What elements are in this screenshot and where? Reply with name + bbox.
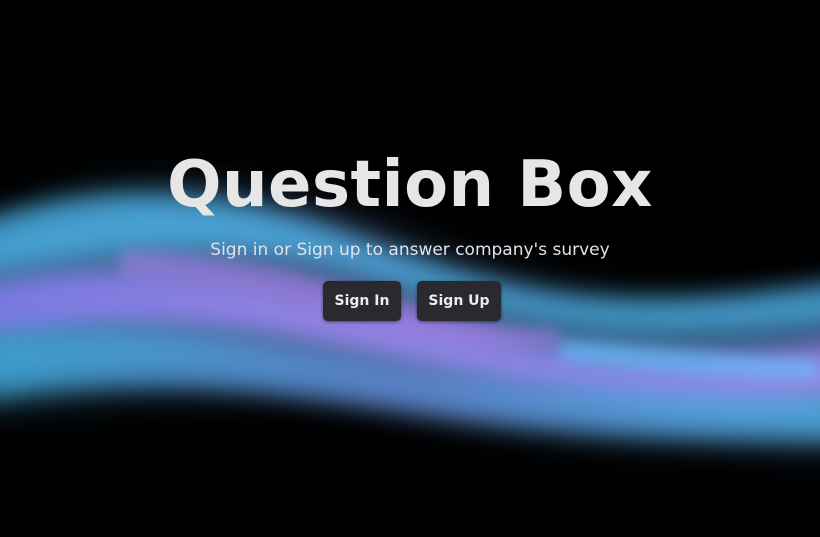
page-title: Question Box <box>167 148 653 222</box>
sign-up-button[interactable]: Sign Up <box>417 281 501 321</box>
hero-section: Question Box Sign in or Sign up to answe… <box>0 0 820 537</box>
page-subtitle: Sign in or Sign up to answer company's s… <box>210 240 610 260</box>
landing-page: Question Box Sign in or Sign up to answe… <box>0 0 820 537</box>
sign-in-button[interactable]: Sign In <box>323 281 401 321</box>
